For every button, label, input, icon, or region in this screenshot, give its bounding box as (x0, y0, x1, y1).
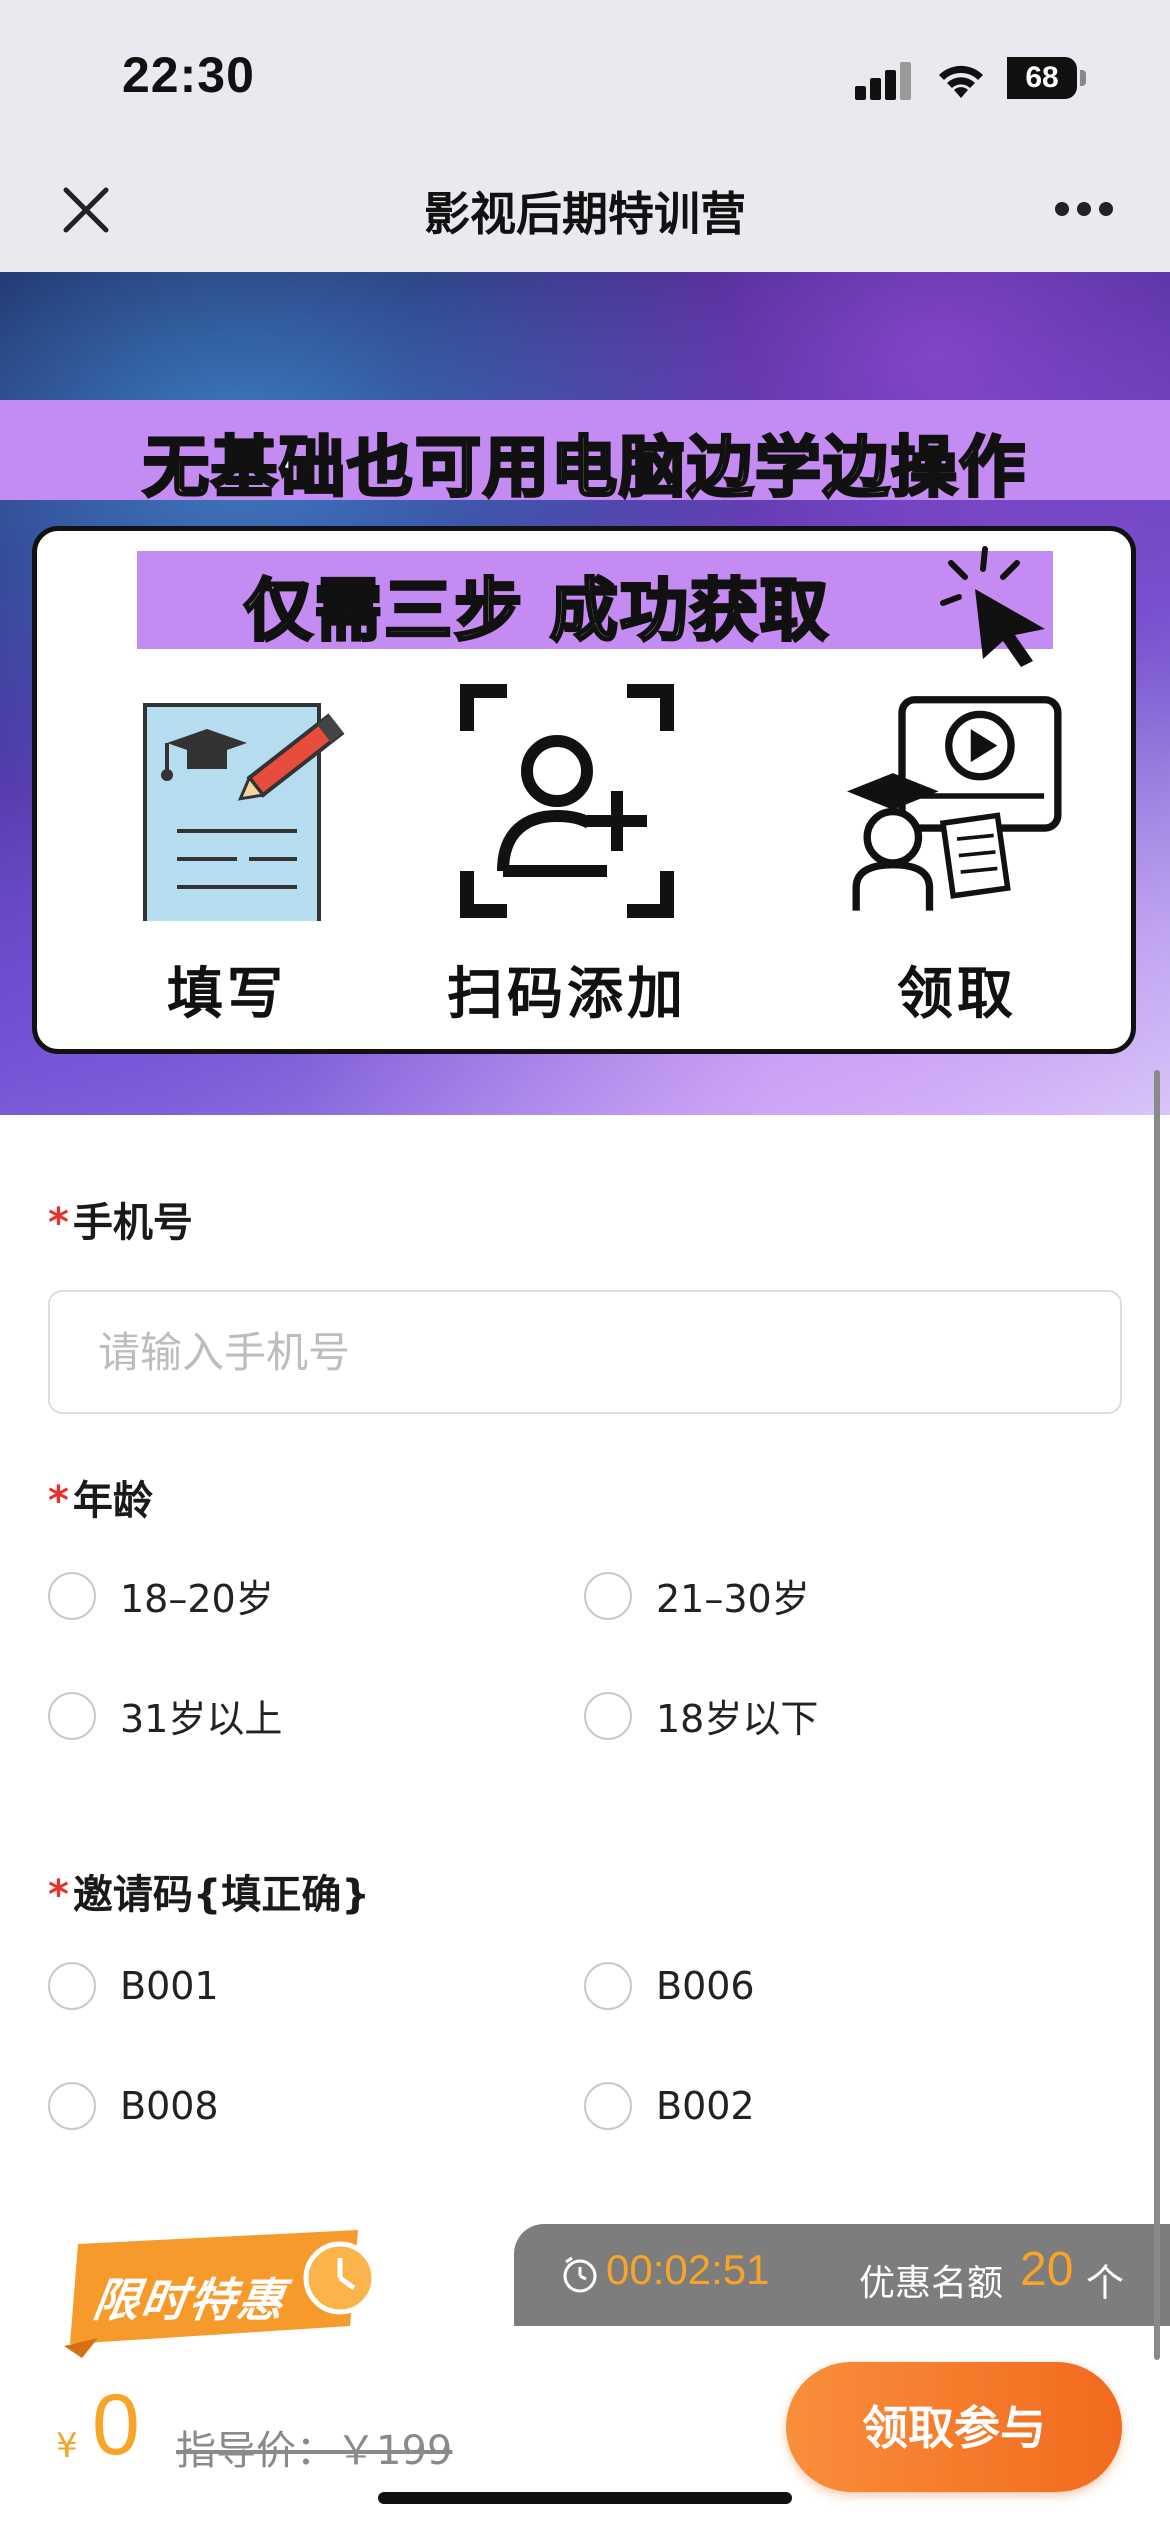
step-label-scan: 扫码添加 (447, 962, 687, 1027)
wifi-icon (939, 65, 983, 98)
scrollbar[interactable] (1154, 1070, 1160, 2360)
radio-circle[interactable] (584, 1571, 632, 1620)
invite-option-b001[interactable]: B001 (48, 1962, 219, 2010)
status-time: 22:30 (122, 47, 255, 103)
phone-label-text: 手机号 (72, 1200, 193, 1246)
radio-label: B008 (120, 2084, 219, 2128)
countdown-bar: 00:02:51 优惠名额 20 个 (514, 2224, 1170, 2326)
step-label-fill: 填写 (167, 962, 287, 1027)
quota-unit: 个 (1086, 2261, 1125, 2305)
step-label-receive: 领取 (897, 962, 1017, 1027)
radio-circle[interactable] (48, 2082, 96, 2130)
price-value: 0 (92, 2377, 140, 2473)
cursor-click-icon (940, 546, 1045, 667)
home-indicator[interactable] (378, 2492, 792, 2504)
video-course-icon (847, 696, 1062, 911)
status-bar: 22:30 68 (0, 0, 1170, 150)
limited-offer-text: 限时特惠 (89, 2273, 290, 2327)
required-mark: * (48, 1478, 69, 1524)
clock-icon (563, 2256, 597, 2293)
phone-label: * 手机号 (48, 1190, 193, 1248)
radio-circle[interactable] (48, 1962, 96, 2010)
radio-label: B001 (120, 1964, 219, 2008)
invite-option-b002[interactable]: B002 (584, 2082, 755, 2130)
radio-label: 18岁以下 (656, 1697, 819, 1741)
radio-label: 18–20岁 (120, 1577, 274, 1621)
quota-label: 优惠名额 (859, 2263, 1004, 2304)
join-button[interactable]: 领取参与 (786, 2362, 1122, 2492)
hero-banner: 无基础也可用电脑边学边操作 仅需三步 成功获取 填写 扫码添加 领取 (0, 272, 1170, 1115)
required-mark: * (48, 1872, 69, 1918)
radio-label: B006 (656, 1964, 755, 2008)
age-option-under-18[interactable]: 18岁以下 (584, 1688, 818, 1743)
radio-label: 31岁以上 (120, 1697, 283, 1741)
age-label: * 年龄 (48, 1468, 153, 1526)
battery-tip (1080, 70, 1086, 86)
original-price: 指导价：￥199 (176, 2428, 453, 2474)
radio-circle[interactable] (584, 1691, 632, 1740)
scan-add-user-icon (460, 684, 674, 918)
radio-label: B002 (656, 2084, 755, 2128)
age-option-18-20[interactable]: 18–20岁 (48, 1568, 274, 1623)
required-mark: * (48, 1200, 69, 1246)
steps-title: 仅需三步 成功获取 (243, 571, 830, 653)
form-pencil-icon (143, 703, 345, 921)
invite-option-b008[interactable]: B008 (48, 2082, 219, 2130)
invite-label-text: 邀请码{填正确} (72, 1872, 370, 1918)
phone-input[interactable] (48, 1290, 1122, 1414)
age-option-21-30[interactable]: 21–30岁 (584, 1568, 810, 1623)
radio-circle[interactable] (584, 1962, 632, 2010)
radio-circle[interactable] (584, 2082, 632, 2130)
battery-level: 68 (1025, 61, 1059, 94)
age-option-31-plus[interactable]: 31岁以上 (48, 1688, 282, 1743)
countdown-timer: 00:02:51 (606, 2246, 770, 2293)
price-currency: ¥ (56, 2426, 78, 2466)
radio-circle[interactable] (48, 1691, 96, 1740)
radio-label: 21–30岁 (656, 1577, 810, 1621)
steps-card: 仅需三步 成功获取 填写 扫码添加 领取 (32, 526, 1136, 1054)
battery-icon: 68 (1007, 57, 1077, 99)
radio-circle[interactable] (48, 1571, 96, 1620)
age-label-text: 年龄 (72, 1478, 153, 1524)
cellular-signal-icon (855, 60, 915, 100)
nav-bar: 影视后期特训营 (0, 150, 1170, 272)
invite-option-b006[interactable]: B006 (584, 1962, 755, 2010)
quota-value: 20 (1020, 2243, 1074, 2296)
banner-headline: 无基础也可用电脑边学边操作 (142, 428, 1027, 508)
invite-label: * 邀请码{填正确} (48, 1862, 370, 1920)
page-title: 影视后期特训营 (424, 187, 746, 241)
more-icon[interactable] (1055, 202, 1115, 218)
